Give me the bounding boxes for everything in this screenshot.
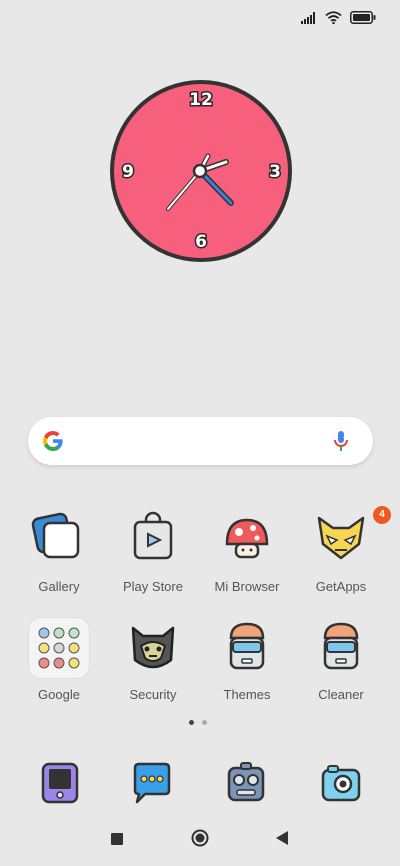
clock-widget[interactable]: 12 3 6 9 [108, 78, 294, 264]
clock-numeral-12: 12 [189, 90, 213, 110]
phone-icon [41, 762, 79, 804]
battery-icon [350, 11, 376, 24]
clock-numeral-9: 9 [122, 162, 134, 182]
camera-icon [321, 765, 361, 802]
play-store-icon [133, 511, 173, 560]
gallery-icon [31, 512, 80, 559]
back-icon [276, 831, 288, 845]
mushroom-browser-icon [225, 518, 269, 559]
clock-numeral-6: 6 [195, 232, 207, 252]
app-getapps[interactable]: 4 GetApps [291, 506, 391, 594]
google-folder-icon [29, 618, 89, 678]
dock-robot-app[interactable] [225, 762, 267, 808]
google-g-icon [43, 431, 63, 451]
app-label: Security [129, 687, 177, 702]
clock-numeral-3: 3 [269, 162, 281, 182]
clock-center-pin [192, 163, 208, 179]
messages-icon [133, 762, 171, 804]
app-label: Google [38, 687, 80, 702]
app-mi-browser[interactable]: Mi Browser [197, 510, 297, 594]
app-label: Mi Browser [214, 579, 280, 594]
signal-icon [301, 11, 315, 24]
wifi-icon [325, 11, 342, 24]
dock [0, 762, 400, 812]
app-label: Gallery [38, 579, 80, 594]
dock-camera[interactable] [320, 762, 362, 808]
page-dot-active [189, 720, 194, 725]
page-indicator [189, 720, 207, 725]
themes-robot-icon [229, 622, 265, 670]
recents-icon [111, 833, 123, 845]
dock-messages[interactable] [131, 762, 173, 808]
page-dot [202, 720, 207, 725]
google-search-bar[interactable] [28, 417, 373, 465]
app-label: Play Store [123, 579, 183, 594]
notification-badge: 4 [373, 506, 391, 524]
home-icon [191, 829, 209, 847]
app-themes[interactable]: Themes [197, 618, 297, 702]
recents-button[interactable] [110, 831, 124, 850]
app-cleaner[interactable]: Cleaner [291, 618, 391, 702]
app-google-folder[interactable]: Google [9, 618, 109, 702]
app-security[interactable]: Security [103, 618, 203, 702]
mic-icon[interactable] [329, 429, 353, 453]
app-label: Cleaner [318, 687, 364, 702]
navigation-bar [0, 818, 400, 866]
getapps-mask-icon [317, 516, 365, 560]
cleaner-robot-icon [323, 622, 359, 670]
security-cat-icon [131, 626, 175, 669]
robot-camera-icon [227, 762, 265, 802]
app-label: GetApps [315, 579, 367, 594]
dock-phone[interactable] [39, 762, 81, 808]
back-button[interactable] [275, 830, 289, 850]
app-play-store[interactable]: Play Store [103, 510, 203, 594]
home-button[interactable] [191, 829, 209, 851]
app-gallery[interactable]: Gallery [9, 510, 109, 594]
status-bar [0, 0, 400, 36]
app-label: Themes [223, 687, 271, 702]
